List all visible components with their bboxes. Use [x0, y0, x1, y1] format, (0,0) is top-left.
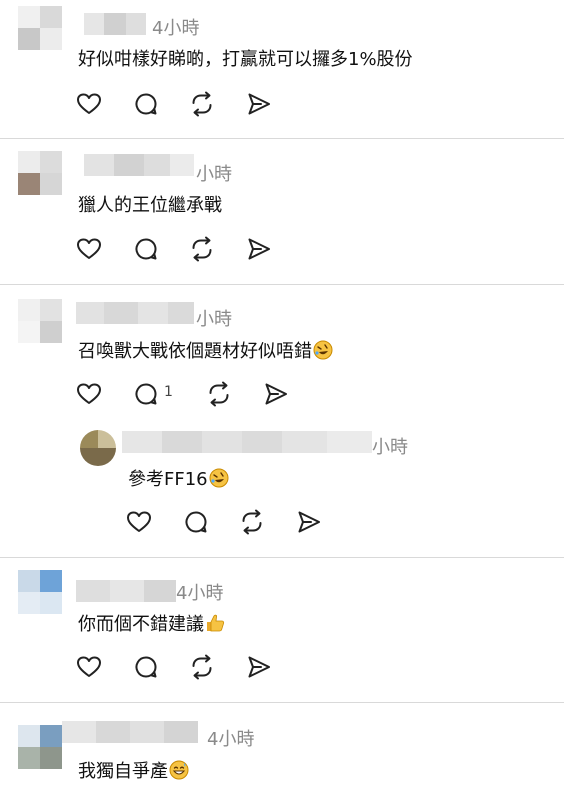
- action-bar: [76, 236, 276, 262]
- heart-icon[interactable]: [126, 509, 152, 535]
- comment-5: 4小時 我獨自爭產: [0, 703, 564, 796]
- speech-bubble-icon[interactable]: [133, 654, 159, 680]
- heart-icon[interactable]: [76, 91, 102, 117]
- comment-text: 獵人的王位繼承戰: [78, 191, 222, 217]
- comment-1: 4小時 好似咁樣好睇啲，打贏就可以攞多1%股份: [0, 0, 564, 138]
- comment-text-body: 參考FF16: [128, 469, 208, 490]
- comment-4: 4小時 你而個不錯建議: [0, 558, 564, 702]
- reply-thread: 小時 參考FF16: [0, 420, 564, 550]
- repost-icon[interactable]: [206, 381, 232, 407]
- repost-icon[interactable]: [189, 236, 215, 262]
- action-bar: 1: [76, 381, 296, 407]
- username-blurred[interactable]: [62, 721, 198, 743]
- comment-text: 參考FF16: [128, 465, 229, 491]
- username-blurred[interactable]: [84, 154, 194, 176]
- username-blurred[interactable]: [122, 431, 372, 453]
- avatar[interactable]: [80, 430, 116, 466]
- avatar[interactable]: [18, 6, 62, 50]
- send-icon[interactable]: [246, 654, 272, 680]
- speech-bubble-icon[interactable]: [133, 91, 159, 117]
- comment-text-body: 召喚獸大戰依個題材好似唔錯: [78, 341, 312, 362]
- avatar[interactable]: [18, 570, 62, 614]
- send-icon[interactable]: [263, 381, 289, 407]
- timestamp: 4小時: [152, 18, 200, 39]
- speech-bubble-icon[interactable]: [133, 236, 159, 262]
- send-icon[interactable]: [246, 91, 272, 117]
- comment-text: 召喚獸大戰依個題材好似唔錯: [78, 337, 333, 363]
- heart-icon[interactable]: [76, 381, 102, 407]
- username-blurred[interactable]: [76, 580, 176, 602]
- timestamp: 4小時: [176, 583, 224, 604]
- comment-text-body: 獵人的王位繼承戰: [78, 195, 222, 216]
- action-bar: [126, 509, 326, 535]
- comment-text: 我獨自爭產: [78, 757, 189, 783]
- reply-count: 1: [164, 384, 173, 400]
- timestamp: 小時: [196, 309, 232, 330]
- username-blurred[interactable]: [76, 302, 194, 324]
- username-blurred[interactable]: [84, 13, 146, 35]
- heart-icon[interactable]: [76, 654, 102, 680]
- speech-bubble-icon[interactable]: [183, 509, 209, 535]
- repost-icon[interactable]: [189, 654, 215, 680]
- repost-icon[interactable]: [239, 509, 265, 535]
- avatar[interactable]: [18, 151, 62, 195]
- comment-text-body: 我獨自爭產: [78, 761, 168, 782]
- rofl-emoji: [209, 468, 229, 488]
- heart-icon[interactable]: [76, 236, 102, 262]
- repost-icon[interactable]: [189, 91, 215, 117]
- comment-text-body: 好似咁樣好睇啲，打贏就可以攞多1%股份: [78, 49, 413, 70]
- timestamp: 小時: [196, 164, 232, 185]
- thumbs-up-emoji: [205, 613, 225, 633]
- avatar[interactable]: [18, 299, 62, 343]
- comment-2: 小時 獵人的王位繼承戰: [0, 139, 564, 284]
- comment-text-body: 你而個不錯建議: [78, 614, 204, 635]
- comment-text: 你而個不錯建議: [78, 610, 225, 636]
- avatar[interactable]: [18, 725, 62, 769]
- send-icon[interactable]: [246, 236, 272, 262]
- timestamp: 4小時: [207, 729, 255, 750]
- timestamp: 小時: [372, 437, 408, 458]
- action-bar: [76, 91, 276, 117]
- comment-3: 小時 召喚獸大戰依個題材好似唔錯 1 小時 參考FF16: [0, 285, 564, 557]
- comment-text: 好似咁樣好睇啲，打贏就可以攞多1%股份: [78, 45, 413, 71]
- rofl-emoji: [313, 340, 333, 360]
- action-bar: [76, 654, 276, 680]
- speech-bubble-icon[interactable]: [133, 381, 159, 407]
- send-icon[interactable]: [296, 509, 322, 535]
- grinning-sweat-emoji: [169, 760, 189, 780]
